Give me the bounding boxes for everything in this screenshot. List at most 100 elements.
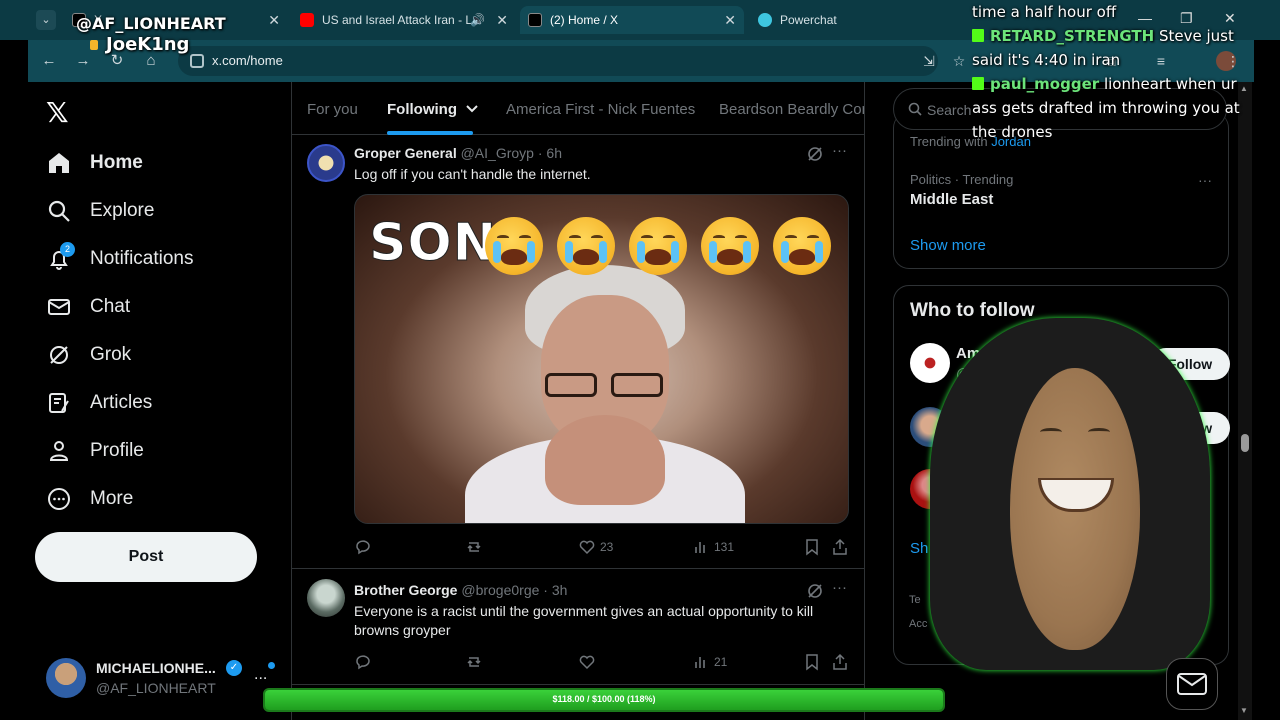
account-switcher[interactable]: MICHAELIONHE... ✓ @AF_LIONHEART ...	[46, 656, 286, 700]
reply-icon	[356, 540, 370, 555]
reply-button[interactable]	[354, 652, 372, 672]
analytics-icon	[695, 542, 705, 553]
views-button[interactable]: 131	[692, 537, 734, 557]
tab-list-america-first[interactable]: America First - Nick Fuentes	[506, 101, 695, 118]
page-scrollbar[interactable]: ▲ ▼	[1238, 82, 1252, 720]
tweet-time[interactable]: 6h	[546, 145, 562, 161]
browser-tab-youtube[interactable]: US and Israel Attack Iran - L 🔊 ✕	[292, 6, 516, 34]
tweet[interactable]: Groper General @AI_Groyp · 6h ··· Log of…	[292, 136, 864, 569]
scroll-down-icon[interactable]: ▼	[1240, 706, 1248, 715]
tweet-author-handle[interactable]: @AI_Groyp	[461, 145, 534, 161]
notification-badge: 2	[60, 242, 75, 257]
install-app-icon[interactable]: ⇲	[920, 52, 938, 70]
trend-name[interactable]: Middle East	[910, 191, 993, 208]
reply-button[interactable]	[354, 537, 372, 557]
scrollbar-thumb[interactable]	[1241, 434, 1249, 452]
bookmark-button[interactable]	[803, 537, 821, 557]
tweet-author-name[interactable]: Groper General	[354, 145, 457, 161]
articles-icon	[46, 390, 72, 416]
reply-icon	[356, 655, 370, 670]
tweet-separator: ·	[543, 582, 552, 598]
messages-float-button[interactable]	[1166, 658, 1218, 710]
search-icon	[908, 102, 922, 116]
tweet-text: Log off if you can't handle the internet…	[354, 166, 591, 182]
footer-link[interactable]: Te	[909, 594, 921, 606]
tweet-author-name[interactable]: Brother George	[354, 582, 457, 598]
crying-emoji-icon	[485, 217, 543, 275]
crying-emoji-icon	[773, 217, 831, 275]
post-button[interactable]: Post	[35, 532, 257, 582]
nav-profile[interactable]: Profile	[46, 431, 144, 471]
tweet-header: Brother George @broge0rge · 3h	[354, 582, 567, 598]
tweet[interactable]: Brother George @broge0rge · 3h ··· Every…	[292, 569, 864, 685]
close-tab-icon[interactable]: ✕	[496, 6, 508, 34]
avatar[interactable]	[307, 579, 345, 617]
nav-home[interactable]: Home	[46, 143, 143, 183]
nav-articles[interactable]: Articles	[46, 383, 152, 423]
nav-more[interactable]: More	[46, 479, 133, 519]
crying-emoji-icon	[629, 217, 687, 275]
browser-tab-powerchat[interactable]: Powerchat	[750, 6, 974, 34]
powerchat-favicon-icon	[758, 13, 772, 27]
overlay-streamer-name: JoeK1ng	[106, 34, 190, 55]
donation-goal-text: $118.00 / $100.00 (118%)	[552, 694, 656, 704]
trend-more-icon[interactable]: ···	[1198, 172, 1212, 188]
forward-icon[interactable]: →	[72, 50, 94, 72]
tweet-author-handle[interactable]: @broge0rge	[461, 582, 539, 598]
active-tab-indicator	[387, 131, 473, 135]
crying-emoji-icon	[701, 217, 759, 275]
chat-message: RETARD_STRENGTH Steve just said it's 4:4…	[972, 24, 1262, 72]
nav-label: Grok	[90, 344, 132, 365]
kick-badge-icon	[972, 29, 984, 42]
repost-button[interactable]	[465, 652, 483, 672]
bookmark-star-icon[interactable]: ☆	[950, 52, 968, 70]
x-logo-icon[interactable]: 𝕏	[46, 96, 69, 129]
view-count: 131	[714, 540, 735, 554]
repost-button[interactable]	[465, 537, 483, 557]
tweet-more-icon[interactable]: ···	[832, 142, 847, 159]
x-favicon-icon	[528, 13, 542, 27]
nav-explore[interactable]: Explore	[46, 191, 154, 231]
address-bar[interactable]: x.com/home	[178, 46, 938, 76]
chat-message: paul_mogger lionheart when ur ass gets d…	[972, 72, 1262, 144]
tab-following-label: Following	[387, 101, 457, 118]
views-button[interactable]: 21	[692, 652, 727, 672]
browser-tab-home[interactable]: (2) Home / X ✕	[520, 6, 744, 34]
nav-notifications[interactable]: 2 Notifications	[46, 239, 194, 279]
close-tab-icon[interactable]: ✕	[724, 6, 736, 34]
nav-label: Profile	[90, 440, 144, 461]
tweet-time[interactable]: 3h	[552, 582, 568, 598]
more-circle-icon	[46, 486, 72, 512]
youtube-favicon-icon	[300, 13, 314, 27]
crying-emoji-icon	[557, 217, 615, 275]
account-more-icon[interactable]: ...	[254, 666, 267, 684]
grok-icon[interactable]	[806, 582, 824, 600]
search-placeholder: Search	[927, 102, 972, 118]
avatar[interactable]	[307, 144, 345, 182]
nav-grok[interactable]: Grok	[46, 335, 131, 375]
close-tab-icon[interactable]: ✕	[268, 6, 280, 34]
site-info-icon[interactable]	[190, 54, 204, 68]
verified-badge-icon: ✓	[226, 660, 242, 676]
show-more-link[interactable]: Show more	[910, 237, 986, 254]
tab-search-button[interactable]: ⌄	[36, 10, 56, 30]
grok-icon[interactable]	[806, 145, 824, 163]
back-icon[interactable]: ←	[38, 50, 60, 72]
tab-following[interactable]: Following	[387, 101, 479, 118]
avatar	[46, 658, 86, 698]
bookmark-button[interactable]	[803, 652, 821, 672]
tab-for-you[interactable]: For you	[307, 101, 358, 118]
like-button[interactable]	[578, 652, 596, 672]
share-button[interactable]	[831, 652, 849, 672]
like-button[interactable]: 23	[578, 537, 613, 557]
tab-list-beardson[interactable]: Beardson Beardly Com	[719, 101, 864, 118]
share-button[interactable]	[831, 537, 849, 557]
nav-chat[interactable]: Chat	[46, 287, 130, 327]
speaker-icon[interactable]: 🔊	[470, 6, 485, 34]
chat-username: RETARD_STRENGTH	[990, 27, 1155, 45]
crown-icon	[90, 40, 98, 50]
url-text[interactable]: x.com/home	[212, 53, 283, 68]
media-caption: SON	[368, 213, 498, 274]
tweet-more-icon[interactable]: ···	[832, 579, 847, 596]
tweet-media-image[interactable]: SON	[354, 194, 849, 524]
